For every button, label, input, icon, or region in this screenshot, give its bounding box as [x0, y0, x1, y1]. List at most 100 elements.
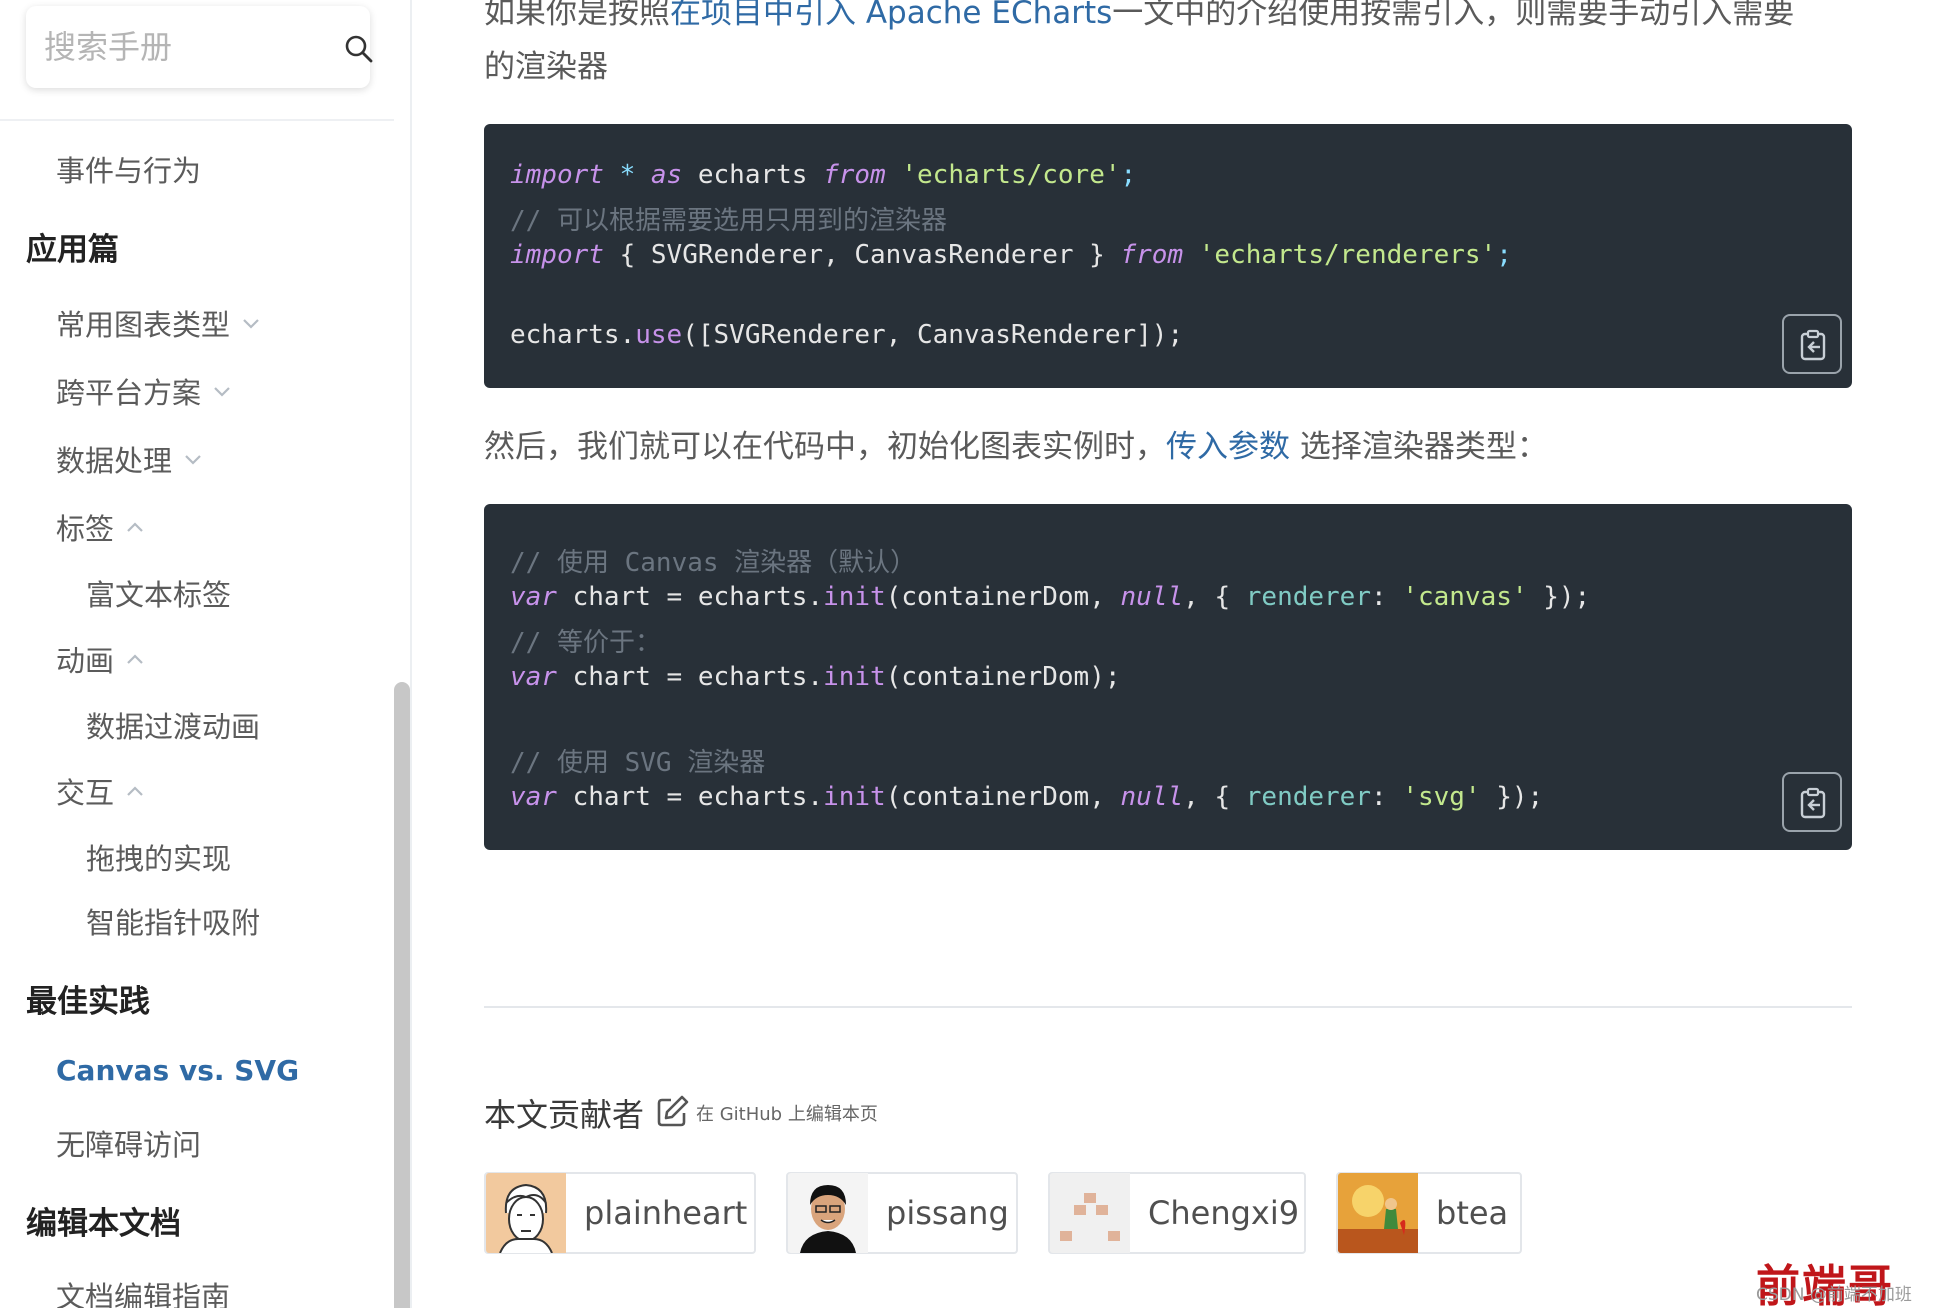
edit-icon[interactable]: [656, 1094, 690, 1128]
sidebar-item-label: 事件与行为: [56, 154, 202, 188]
sidebar-item-label: 标签: [56, 512, 115, 546]
code-block-init: // 使用 Canvas 渲染器（默认） var chart = echarts…: [484, 504, 1852, 850]
sidebar: 事件与行为 应用篇 常用图表类型 跨平台方案 数据处理 标签 富文本标签 动画 …: [0, 0, 412, 1308]
sidebar-item-label: 常用图表类型: [56, 308, 231, 342]
sidebar-item-label: Canvas vs. SVG: [56, 1054, 300, 1087]
code-block-import: import * as echarts from 'echarts/core';…: [484, 124, 1852, 388]
sidebar-divider: [0, 119, 410, 121]
code-function: init: [823, 582, 886, 612]
renderer-paragraph: 然后，我们就可以在代码中，初始化图表实例时，传入参数 选择渲染器类型：: [484, 420, 1548, 474]
code-line: import { SVGRenderer, CanvasRenderer } f…: [510, 240, 1512, 270]
code-comment: // 等价于：: [510, 628, 661, 658]
code-identifier: ([SVGRenderer, CanvasRenderer]);: [682, 320, 1184, 350]
import-guide-link[interactable]: 在项目中引入 Apache ECharts: [670, 0, 1112, 31]
sidebar-heading-best-practice: 最佳实践: [26, 984, 150, 1020]
code-property: renderer: [1245, 782, 1371, 812]
code-keyword: null: [1120, 782, 1184, 812]
code-string: 'echarts/core': [885, 160, 1121, 190]
chevron-up-icon: [127, 786, 143, 796]
sidebar-item-rich-text[interactable]: 富文本标签: [86, 572, 231, 614]
contributor-name: plainheart: [584, 1194, 748, 1232]
code-keyword: import: [510, 160, 604, 190]
search-icon[interactable]: [344, 34, 374, 64]
sidebar-item-interaction[interactable]: 交互: [56, 770, 146, 812]
chevron-down-icon: [185, 455, 201, 465]
intro-text: 如果你是按照: [484, 0, 670, 31]
sidebar-item-label: 数据处理: [56, 444, 173, 478]
contributor-name: btea: [1436, 1194, 1509, 1232]
contributor-name: pissang: [886, 1194, 1009, 1232]
sidebar-item-label-section[interactable]: 标签: [56, 506, 146, 548]
code-punct: , {: [1183, 582, 1246, 612]
code-line: import * as echarts from 'echarts/core';: [510, 160, 1136, 190]
sidebar-scrollbar-thumb[interactable]: [394, 682, 410, 1308]
contributors-title: 本文贡献者: [484, 1096, 645, 1134]
sidebar-item-accessibility[interactable]: 无障碍访问: [56, 1122, 201, 1164]
code-operator: *: [603, 160, 651, 190]
code-identifier: echarts.: [510, 320, 636, 350]
copy-button[interactable]: [1782, 772, 1842, 832]
avatar: [1050, 1173, 1130, 1253]
copy-icon: [1800, 787, 1826, 819]
sidebar-item-canvas-vs-svg[interactable]: Canvas vs. SVG: [56, 1054, 299, 1087]
sidebar-item-events[interactable]: 事件与行为: [56, 148, 201, 190]
search-input[interactable]: [44, 24, 314, 70]
code-comment: // 使用 Canvas 渲染器（默认）: [510, 548, 917, 578]
intro-text: 的渲染器: [484, 49, 608, 85]
code-string: 'canvas': [1402, 582, 1528, 612]
code-punct: :: [1371, 582, 1403, 612]
code-identifier: chart = echarts.: [556, 782, 824, 812]
code-property: renderer: [1245, 582, 1371, 612]
main-content: 如果你是按照在项目中引入 Apache ECharts一文中的介绍使用按需引入，…: [412, 0, 1942, 1308]
code-punct: });: [1527, 582, 1591, 612]
sidebar-item-label: 跨平台方案: [56, 376, 202, 410]
code-keyword: var: [510, 782, 557, 812]
paragraph-text: 选择渲染器类型：: [1290, 429, 1548, 465]
sidebar-item-cross-platform[interactable]: 跨平台方案: [56, 370, 233, 412]
edit-on-github-link[interactable]: 在 GitHub 上编辑本页: [696, 1100, 878, 1126]
sidebar-item-transition-animation[interactable]: 数据过渡动画: [86, 704, 260, 746]
code-keyword: from: [1120, 240, 1184, 270]
contributor-card[interactable]: pissang: [786, 1172, 1018, 1254]
init-params-link[interactable]: 传入参数: [1166, 429, 1290, 465]
code-line: var chart = echarts.init(containerDom, n…: [510, 582, 1590, 612]
contributor-name: Chengxi9: [1148, 1194, 1300, 1232]
code-identifier: { SVGRenderer, CanvasRenderer }: [603, 240, 1121, 270]
code-punct: :: [1371, 782, 1403, 812]
code-identifier: (containerDom,: [885, 782, 1121, 812]
section-divider: [484, 1006, 1852, 1008]
contributor-card[interactable]: btea: [1336, 1172, 1522, 1254]
code-line: echarts.use([SVGRenderer, CanvasRenderer…: [510, 320, 1183, 350]
paragraph-text: 然后，我们就可以在代码中，初始化图表实例时，: [484, 429, 1166, 465]
code-identifier: echarts: [682, 160, 824, 190]
code-string: 'svg': [1402, 782, 1481, 812]
avatar: [1338, 1173, 1418, 1253]
avatar: [788, 1173, 868, 1253]
sidebar-item-data-processing[interactable]: 数据处理: [56, 438, 204, 480]
sidebar-item-pointer-snap[interactable]: 智能指针吸附: [86, 900, 260, 942]
copy-icon: [1800, 329, 1826, 361]
sidebar-item-animation[interactable]: 动画: [56, 638, 146, 680]
intro-paragraph: 如果你是按照在项目中引入 Apache ECharts一文中的介绍使用按需引入，…: [484, 0, 1794, 94]
copy-button[interactable]: [1782, 314, 1842, 374]
code-string: 'echarts/renderers': [1183, 240, 1497, 270]
code-identifier: chart = echarts.: [556, 582, 824, 612]
contributor-card[interactable]: Chengxi9: [1048, 1172, 1306, 1254]
code-punct: ;: [1496, 240, 1512, 270]
intro-text: 一文中的介绍使用按需引入，则需要手动引入需要: [1112, 0, 1795, 31]
watermark-text: CSDN @前端不加班: [1756, 1285, 1912, 1305]
code-keyword: from: [823, 160, 886, 190]
chevron-up-icon: [127, 654, 143, 664]
code-punct: ;: [1120, 160, 1137, 190]
search-box: [26, 6, 373, 88]
sidebar-item-chart-types[interactable]: 常用图表类型: [56, 302, 262, 344]
code-identifier: (containerDom);: [885, 662, 1121, 692]
chevron-down-icon: [243, 319, 259, 329]
sidebar-item-drag[interactable]: 拖拽的实现: [86, 836, 231, 878]
code-punct: , {: [1183, 782, 1246, 812]
contributor-card[interactable]: plainheart: [484, 1172, 756, 1254]
chevron-down-icon: [214, 387, 230, 397]
sidebar-item-edit-guide[interactable]: 文档编辑指南: [56, 1274, 230, 1308]
chevron-up-icon: [127, 522, 143, 532]
sidebar-item-label: 交互: [56, 776, 115, 810]
